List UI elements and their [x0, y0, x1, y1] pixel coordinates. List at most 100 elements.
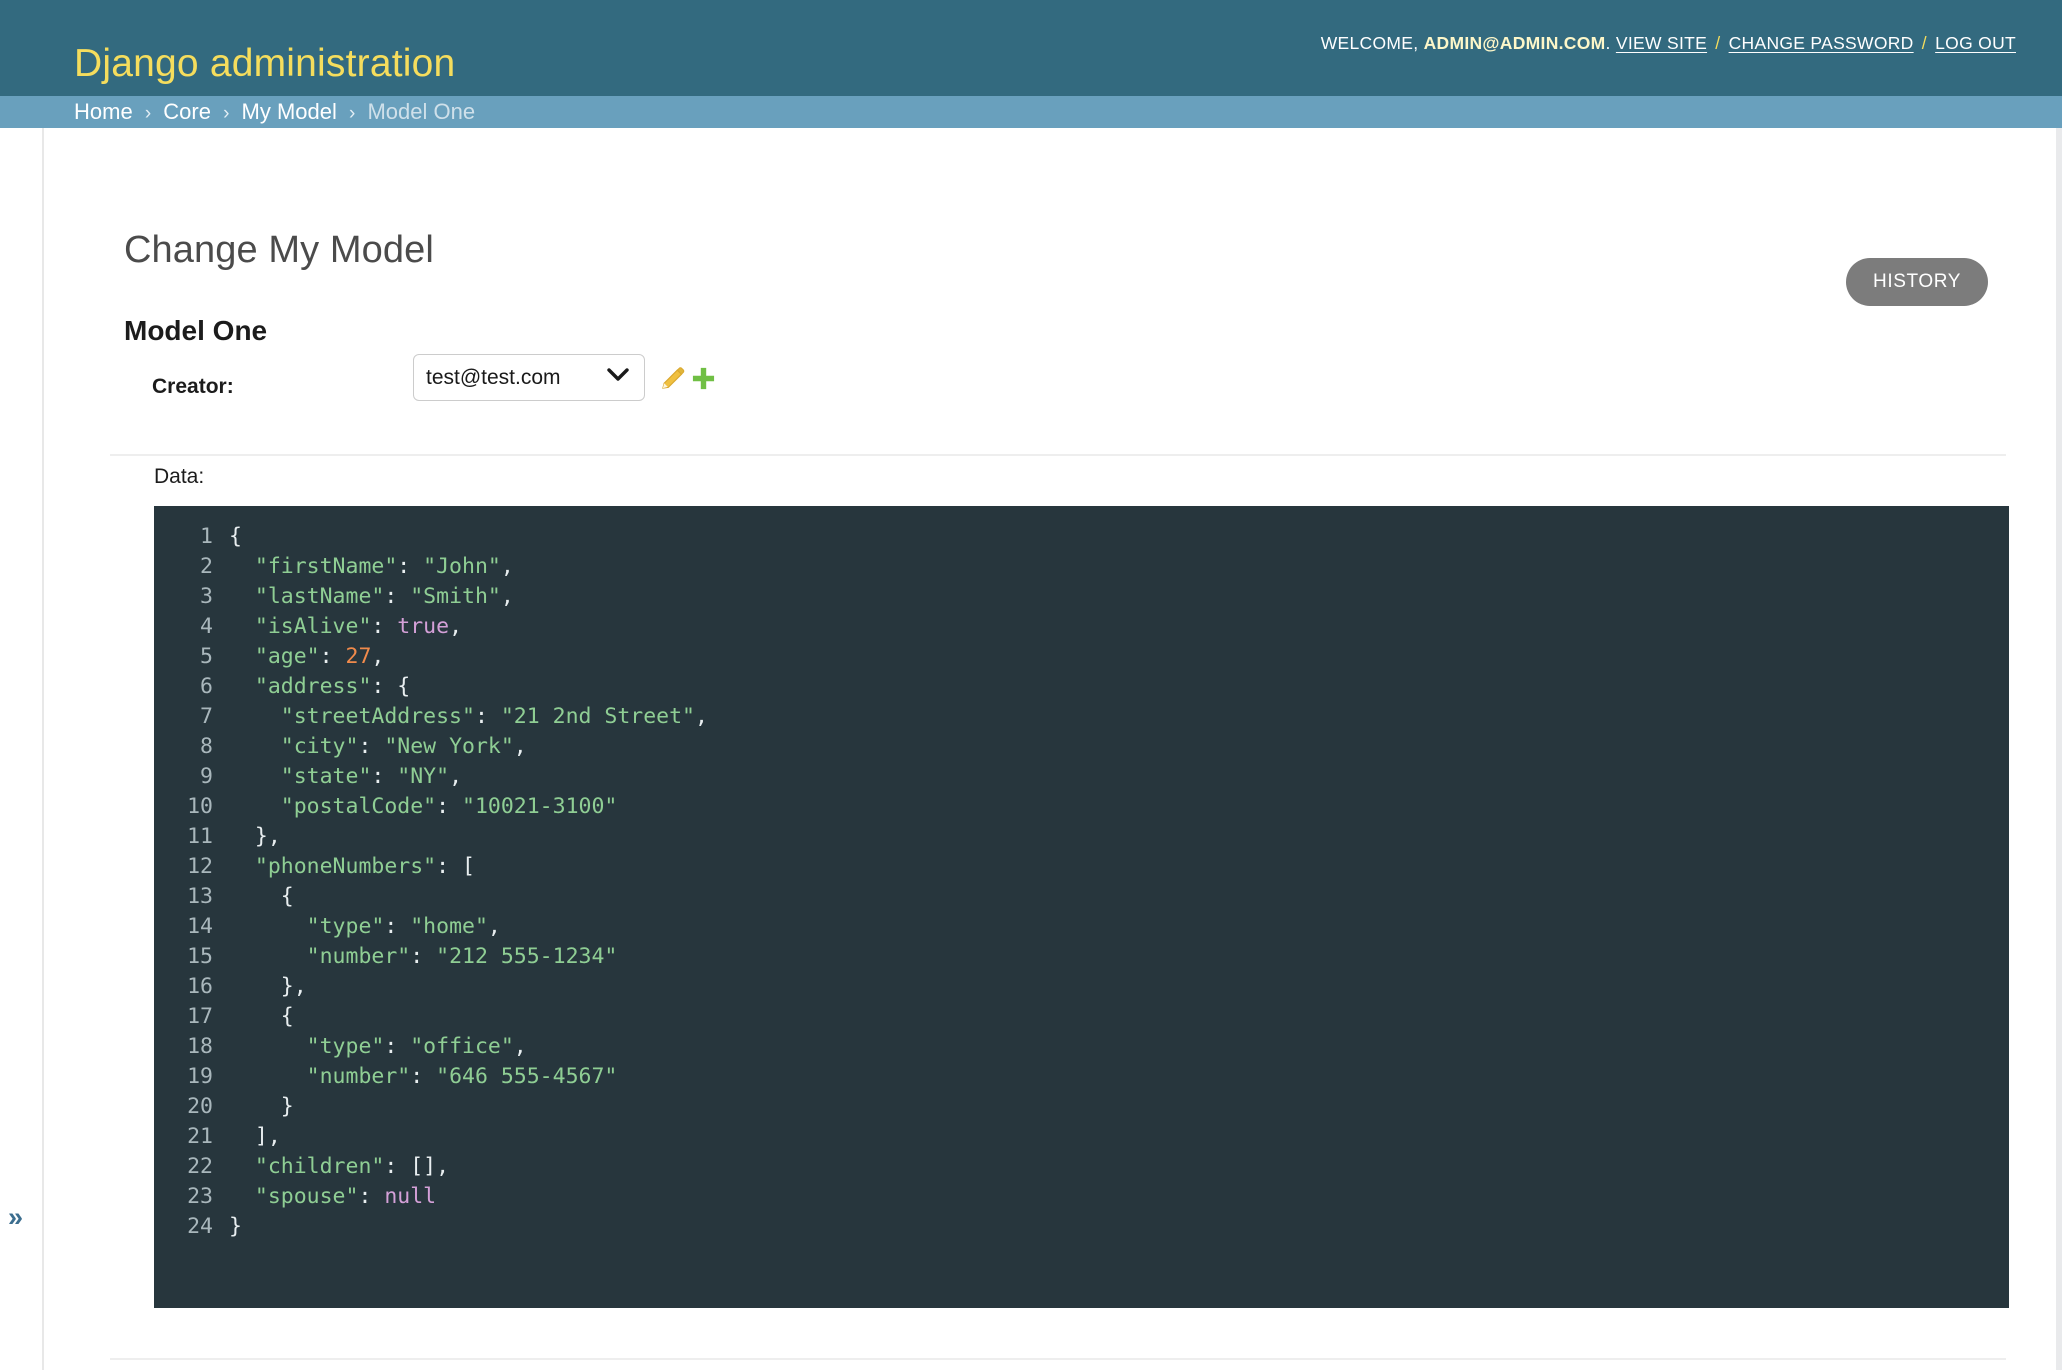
line-number: 20 [187, 1094, 213, 1119]
line-content: { [280, 884, 294, 909]
breadcrumb-item-home[interactable]: Home [74, 99, 133, 124]
line-content: "age": 27, [254, 644, 385, 669]
code-line: 23 "spouse": null [154, 1182, 2009, 1212]
line-content: "postalCode": "10021-3100" [280, 794, 618, 819]
code-line: 11 }, [154, 822, 2009, 852]
code-line: 18 "type": "office", [154, 1032, 2009, 1062]
line-number: 11 [187, 824, 213, 849]
line-content: "children": [], [254, 1154, 450, 1179]
line-content: { [280, 1004, 294, 1029]
line-content: "state": "NY", [280, 764, 463, 789]
code-line: 2 "firstName": "John", [154, 552, 2009, 582]
line-number: 22 [187, 1154, 213, 1179]
line-content: "isAlive": true, [254, 614, 463, 639]
history-button[interactable]: HISTORY [1846, 258, 1988, 306]
line-content: "lastName": "Smith", [254, 584, 514, 609]
line-content: }, [254, 824, 281, 849]
line-number: 1 [200, 524, 213, 549]
user-tools: WELCOME, ADMIN@ADMIN.COM. VIEW SITE / CH… [1320, 33, 2016, 53]
line-number: 5 [200, 644, 213, 669]
breadcrumb-item-core[interactable]: Core [163, 99, 211, 124]
welcome-text: WELCOME, [1320, 33, 1419, 53]
line-number: 10 [187, 794, 213, 819]
code-line: 17 { [154, 1002, 2009, 1032]
breadcrumb-separator: › [223, 103, 230, 124]
line-number: 3 [200, 584, 213, 609]
line-number: 19 [187, 1064, 213, 1089]
code-line: 7 "streetAddress": "21 2nd Street", [154, 702, 2009, 732]
line-content: } [280, 1094, 294, 1119]
code-line: 9 "state": "NY", [154, 762, 2009, 792]
code-line: 13 { [154, 882, 2009, 912]
code-line: 14 "type": "home", [154, 912, 2009, 942]
line-content: "city": "New York", [280, 734, 527, 759]
django-admin-change-form-page: Django administration WELCOME, ADMIN@ADM… [0, 0, 2062, 1370]
line-number: 16 [187, 974, 213, 999]
line-content: "type": "home", [306, 914, 501, 939]
site-title: Django administration [74, 42, 456, 86]
line-content: "spouse": null [254, 1184, 437, 1209]
line-number: 4 [200, 614, 213, 639]
site-header: Django administration WELCOME, ADMIN@ADM… [0, 0, 2062, 96]
log-out-link[interactable]: LOG OUT [1935, 33, 2016, 53]
form-row-creator: Creator: test@test.com [96, 338, 2016, 456]
content-bottom-divider [110, 1358, 2006, 1360]
code-line: 22 "children": [], [154, 1152, 2009, 1182]
creator-label: Creator: [152, 375, 234, 398]
line-number: 17 [187, 1004, 213, 1029]
creator-select[interactable]: test@test.com [413, 354, 645, 401]
link-separator-2: / [1921, 33, 1927, 53]
line-number: 2 [200, 554, 213, 579]
line-number: 21 [187, 1124, 213, 1149]
change-password-link[interactable]: CHANGE PASSWORD [1729, 33, 1914, 53]
code-line: 10 "postalCode": "10021-3100" [154, 792, 2009, 822]
breadcrumb-separator: › [349, 103, 356, 124]
line-number: 15 [187, 944, 213, 969]
breadcrumb-item-my-model[interactable]: My Model [242, 99, 337, 124]
line-number: 9 [200, 764, 213, 789]
line-content: "phoneNumbers": [ [254, 854, 475, 879]
data-label: Data: [154, 465, 205, 488]
code-line: 1{ [154, 522, 2009, 552]
code-line: 16 }, [154, 972, 2009, 1002]
main-content: Change My Model HISTORY Model One Creato… [44, 128, 2062, 1370]
page-title: Change My Model [124, 229, 434, 272]
sidebar-toggle-open-icon[interactable]: » [8, 1202, 34, 1232]
page-scrollbar[interactable] [2056, 128, 2062, 1370]
line-number: 6 [200, 674, 213, 699]
line-content: "address": { [254, 674, 411, 699]
breadcrumb-separator: › [144, 103, 152, 124]
plus-icon[interactable] [690, 365, 717, 392]
line-number: 24 [187, 1214, 213, 1239]
code-line: 19 "number": "646 555-4567" [154, 1062, 2009, 1092]
form-row-data: Data: 1{2 "firstName": "John", 3 "lastNam… [96, 456, 2016, 1356]
code-line: 12 "phoneNumbers": [ [154, 852, 2009, 882]
line-number: 14 [187, 914, 213, 939]
view-site-link[interactable]: VIEW SITE [1616, 33, 1707, 53]
code-lines-container: 1{2 "firstName": "John", 3 "lastName": "S… [154, 522, 2009, 1242]
line-content: } [229, 1214, 242, 1239]
line-number: 23 [187, 1184, 213, 1209]
line-content: "firstName": "John", [254, 554, 514, 579]
breadcrumb: Home › Core › My Model › Model One [0, 96, 2062, 128]
username-period: . [1605, 33, 1611, 53]
line-content: "type": "office", [306, 1034, 527, 1059]
code-line: 24} [154, 1212, 2009, 1242]
link-separator-1: / [1715, 33, 1721, 53]
line-content: "number": "646 555-4567" [306, 1064, 618, 1089]
code-line: 20 } [154, 1092, 2009, 1122]
json-code-editor[interactable]: 1{2 "firstName": "John", 3 "lastName": "S… [154, 506, 2009, 1308]
code-line: 6 "address": { [154, 672, 2009, 702]
current-username: ADMIN@ADMIN.COM [1423, 33, 1606, 53]
line-content: "streetAddress": "21 2nd Street", [280, 704, 708, 729]
code-line: 15 "number": "212 555-1234" [154, 942, 2009, 972]
code-line: 5 "age": 27, [154, 642, 2009, 672]
pencil-icon[interactable] [659, 365, 686, 392]
line-number: 12 [187, 854, 213, 879]
breadcrumb-item-model-one: Model One [367, 99, 476, 124]
code-line: 3 "lastName": "Smith", [154, 582, 2009, 612]
line-number: 7 [200, 704, 213, 729]
line-content: "number": "212 555-1234" [306, 944, 618, 969]
code-line: 21 ], [154, 1122, 2009, 1152]
line-number: 8 [200, 734, 213, 759]
